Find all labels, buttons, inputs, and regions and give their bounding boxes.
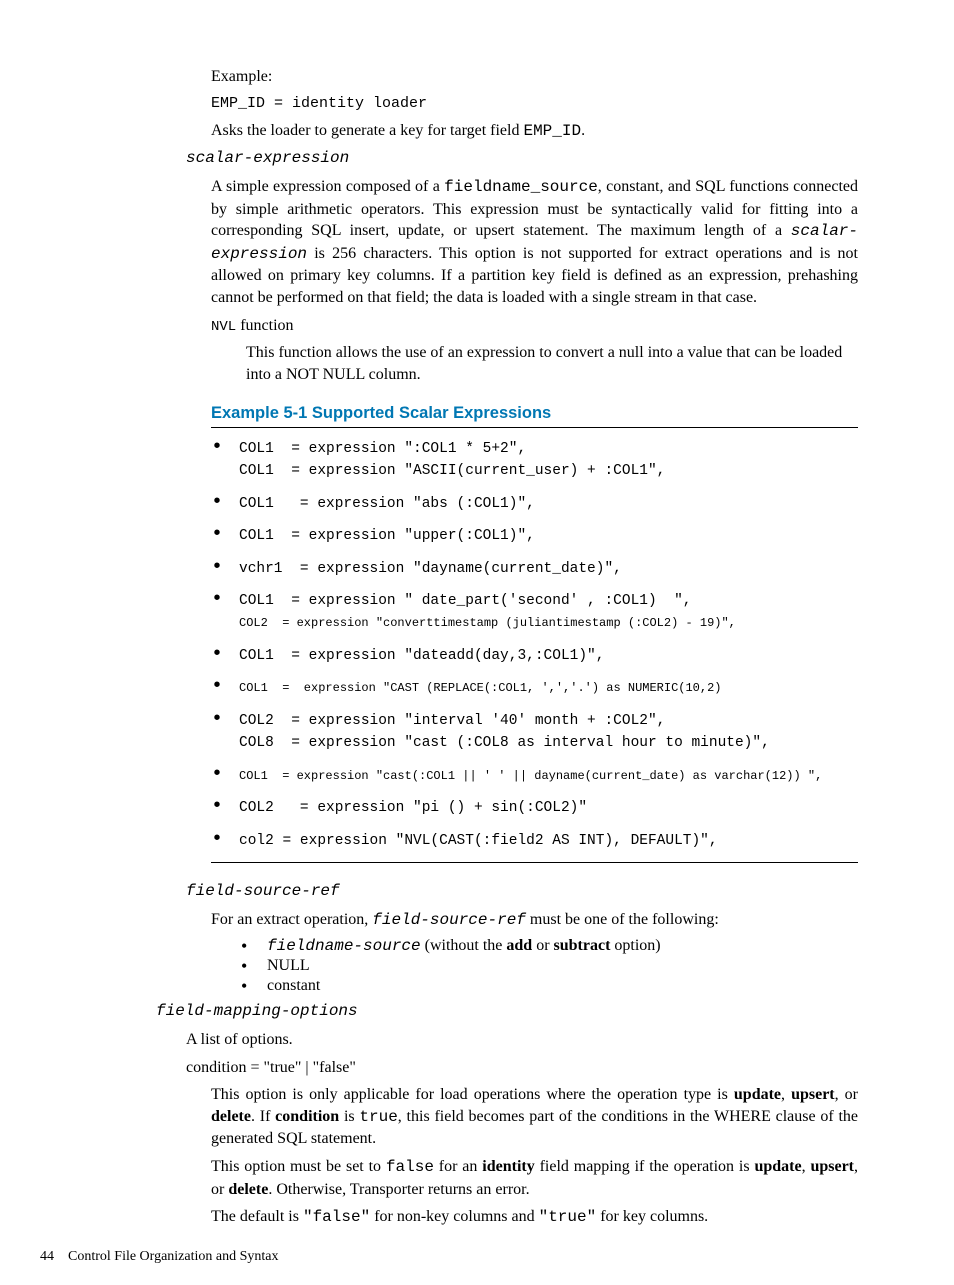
text: must be one of the following: [526,911,719,928]
text: , or [835,1086,858,1103]
bold: delete [228,1181,268,1198]
emp-id-inline: EMP_ID [523,122,581,140]
footer-title: Control File Organization and Syntax [68,1249,279,1264]
code: "false" [303,1208,370,1226]
code: true [359,1108,397,1126]
code-bullet-item: COL1 = expression "CAST (REPLACE(:COL1, … [211,677,858,699]
text: For an extract operation, [211,911,372,928]
text: . If [251,1108,275,1125]
nvl-desc-block: This function allows the use of an expre… [246,342,858,385]
bold: add [506,937,532,954]
text: A simple expression composed of a [211,178,444,195]
bold: upsert [791,1086,835,1103]
text: or [532,937,553,954]
code-bullet-item: COL1 = expression "upper(:COL1)", [211,525,858,547]
text: . Otherwise, Transporter returns an erro… [268,1181,529,1198]
text: for key columns. [596,1208,708,1225]
asks-line: Asks the loader to generate a key for ta… [211,120,858,143]
bold: subtract [554,937,611,954]
condition-heading: condition = "true" | "false" [186,1057,858,1079]
fsr-list: fieldname-source (without the add or sub… [241,937,858,995]
example-5-1: Example 5-1 Supported Scalar Expressions… [211,404,858,864]
fsr-item-constant: constant [241,977,858,995]
page-footer: 44 Control File Organization and Syntax [40,1249,279,1265]
text: This option is only applicable for load … [211,1086,734,1103]
nvl-text: function [236,317,293,334]
field-source-ref-block: For an extract operation, field-source-r… [211,909,858,996]
asks-suffix: . [581,122,585,139]
text: field mapping if the operation is [535,1158,755,1175]
bold: update [734,1086,781,1103]
code-bullet-item: COL1 = expression " date_part('second' ,… [211,590,858,635]
bold: identity [482,1158,534,1175]
code-bullet-item: COL1 = expression ":COL1 * 5+2", COL1 = … [211,438,858,483]
bold: update [754,1158,801,1175]
code-bullet-list: COL1 = expression ":COL1 * 5+2", COL1 = … [211,438,858,853]
bold: condition [275,1108,339,1125]
code-bullet-item: COL1 = expression "abs (:COL1)", [211,493,858,515]
scalar-expression-desc: A simple expression composed of a fieldn… [211,176,858,336]
rule-bottom [211,862,858,863]
nvl-code: NVL [211,319,236,335]
code-bullet-item: COL2 = expression "pi () + sin(:COL2)" [211,797,858,819]
code-italic: field-source-ref [372,911,526,929]
scalar-expression-heading: scalar-expression [186,148,858,170]
text: The default is [211,1208,303,1225]
bold: upsert [810,1158,854,1175]
example-title: Example 5-1 Supported Scalar Expressions [211,404,858,423]
text: This option must be set to [211,1158,386,1175]
cond-p3: The default is "false" for non-key colum… [211,1206,858,1229]
nvl-desc: This function allows the use of an expre… [246,342,858,385]
fsr-item-fieldname: fieldname-source (without the add or sub… [241,937,858,955]
text: (without the [421,937,507,954]
text: for an [434,1158,482,1175]
cond-p2: This option must be set to false for an … [211,1156,858,1200]
emp-id-code: EMP_ID = identity loader [211,94,858,114]
page-number: 44 [40,1249,54,1264]
text: , [781,1086,791,1103]
code-bullet-item: col2 = expression "NVL(CAST(:field2 AS I… [211,830,858,852]
code-bullet-item: vchr1 = expression "dayname(current_date… [211,558,858,580]
cond-p1: This option is only applicable for load … [211,1084,858,1150]
code-bullet-item: COL1 = expression "dateadd(day,3,:COL1)"… [211,645,858,667]
page-content: Example: EMP_ID = identity loader Asks t… [0,0,954,1285]
scalar-para: A simple expression composed of a fieldn… [211,176,858,309]
condition-block: This option is only applicable for load … [211,1084,858,1229]
code-bullet-item: COL2 = expression "interval '40' month +… [211,710,858,755]
field-mapping-options-heading: field-mapping-options [156,1001,858,1023]
fmo-desc: A list of options. [186,1029,858,1051]
code-italic: fieldname-source [267,937,421,955]
code: false [386,1158,434,1176]
rule-top [211,427,858,428]
example-label: Example: [211,66,858,88]
fsr-para: For an extract operation, field-source-r… [211,909,858,932]
nvl-heading: NVL function [211,315,858,337]
text: is 256 characters. This option is not su… [211,245,858,306]
example-block: Example: EMP_ID = identity loader Asks t… [211,66,858,142]
code-bullet-item: COL1 = expression "cast(:COL1 || ' ' || … [211,765,858,787]
text: option) [610,937,660,954]
field-source-ref-heading: field-source-ref [186,881,858,903]
text: for non-key columns and [370,1208,538,1225]
bold: delete [211,1108,251,1125]
code: fieldname_source [444,178,598,196]
fsr-item-null: NULL [241,957,858,975]
text: is [339,1108,359,1125]
asks-prefix: Asks the loader to generate a key for ta… [211,122,523,139]
code: "true" [539,1208,597,1226]
